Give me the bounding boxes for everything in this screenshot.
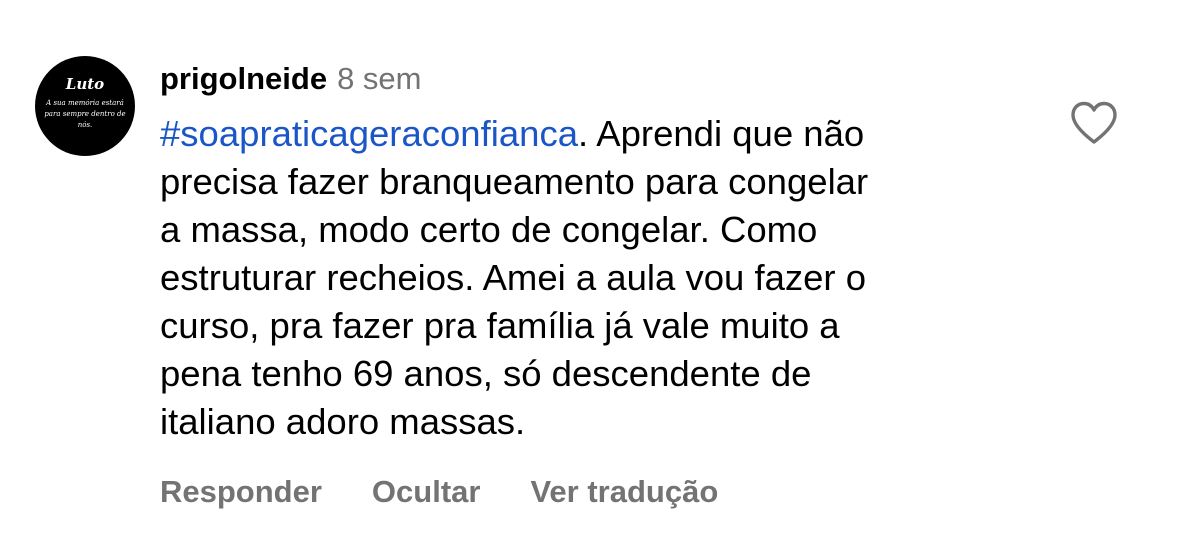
hashtag-link[interactable]: #soapraticageraconfianca — [160, 113, 578, 154]
avatar-caption: A sua memória estará para sempre dentro … — [44, 99, 126, 129]
comment-text: #soapraticageraconfianca. Aprendi que nã… — [160, 110, 1030, 446]
comment-timestamp: 8 sem — [337, 61, 422, 96]
see-translation-button[interactable]: Ver tradução — [530, 470, 718, 514]
reply-button[interactable]: Responder — [160, 470, 322, 514]
heart-icon — [1071, 101, 1117, 144]
hide-button[interactable]: Ocultar — [372, 470, 481, 514]
comment-header: prigolneide 8 sem — [160, 57, 422, 101]
comment: Luto A sua memória estará para sempre de… — [0, 0, 1179, 533]
avatar-title: Luto — [65, 75, 105, 93]
like-button[interactable] — [1069, 100, 1119, 146]
comment-body: . Aprendi que não precisa fazer branquea… — [160, 113, 869, 442]
comment-actions: Responder Ocultar Ver tradução — [160, 470, 768, 514]
avatar[interactable]: Luto A sua memória estará para sempre de… — [35, 56, 135, 156]
username-link[interactable]: prigolneide — [160, 61, 327, 96]
